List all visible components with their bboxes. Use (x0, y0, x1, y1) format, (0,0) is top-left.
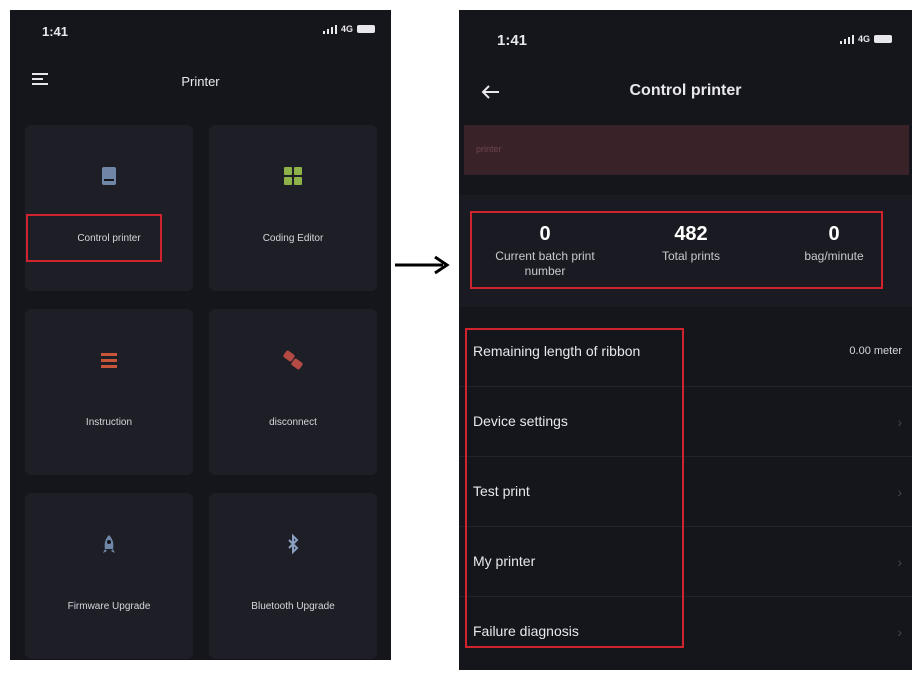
chevron-right-icon: › (897, 484, 902, 500)
stat-value: 0 (828, 223, 840, 245)
stat-value: 482 (674, 223, 708, 245)
status-icons: 4G (322, 24, 375, 34)
card-label: Instruction (85, 417, 133, 428)
row-my-printer[interactable]: My printer › (459, 526, 912, 597)
banner-text: printer (476, 144, 502, 154)
signal-icon (322, 24, 337, 34)
status-icons: 4G (839, 34, 892, 44)
chevron-right-icon: › (897, 624, 902, 640)
row-label: Device settings (473, 413, 568, 429)
status-time: 1:41 (42, 24, 69, 39)
battery-icon (874, 35, 892, 43)
rocket-icon (103, 535, 115, 553)
row-device-settings[interactable]: Device settings › (459, 386, 912, 457)
network-type: 4G (857, 34, 870, 44)
nav-bar: Printer (10, 60, 391, 104)
row-ribbon-length: Remaining length of ribbon 0.00 meter (459, 316, 912, 387)
page-title: Control printer (629, 82, 742, 99)
card-label: Firmware Upgrade (67, 601, 151, 612)
grid-icon (284, 167, 302, 185)
battery-icon (357, 25, 375, 33)
status-time: 1:41 (497, 32, 528, 49)
card-label: Control printer (77, 233, 141, 244)
row-failure-diagnosis[interactable]: Failure diagnosis › (459, 596, 912, 666)
row-label: Failure diagnosis (473, 623, 579, 639)
stat-label: Current batch print number (495, 249, 595, 278)
arrow-right-icon (395, 255, 450, 275)
card-disconnect[interactable]: disconnect (209, 309, 377, 475)
card-coding-editor[interactable]: Coding Editor (209, 125, 377, 291)
printer-icon (102, 167, 116, 185)
bluetooth-icon (288, 533, 299, 555)
card-label: Bluetooth Upgrade (251, 601, 335, 612)
card-instruction[interactable]: Instruction (25, 309, 193, 475)
status-bar: 1:41 4G (459, 10, 912, 50)
chevron-right-icon: › (897, 414, 902, 430)
signal-icon (839, 34, 854, 44)
stat-total-prints: 482 Total prints (631, 223, 751, 264)
stat-value: 0 (539, 223, 551, 245)
chevron-right-icon: › (897, 554, 902, 570)
card-bluetooth-upgrade[interactable]: Bluetooth Upgrade (209, 493, 377, 659)
row-label: Test print (473, 483, 530, 499)
control-printer-screen: 1:41 4G Control printer printer 0 Curren… (459, 10, 912, 670)
printer-banner: printer (464, 125, 909, 175)
printer-home-screen: 1:41 4G Printer Control printer Coding E… (10, 10, 391, 660)
stat-label: Total prints (661, 249, 721, 263)
list-icon (101, 353, 117, 368)
nav-bar: Control printer (459, 72, 912, 116)
row-test-print[interactable]: Test print › (459, 456, 912, 527)
network-type: 4G (340, 24, 353, 34)
disconnect-icon (283, 350, 303, 370)
card-control-printer[interactable]: Control printer (25, 125, 193, 291)
status-bar: 1:41 4G (10, 10, 391, 50)
card-firmware-upgrade[interactable]: Firmware Upgrade (25, 493, 193, 659)
row-label: My printer (473, 553, 536, 569)
row-value: 0.00 meter (849, 345, 902, 357)
row-label: Remaining length of ribbon (473, 343, 641, 359)
page-title: Printer (181, 74, 220, 89)
stat-bag-per-minute: 0 bag/minute (779, 223, 889, 264)
stats-panel: 0 Current batch print number 482 Total p… (459, 195, 912, 307)
stat-label: bag/minute (804, 249, 864, 263)
stat-batch-count: 0 Current batch print number (475, 223, 615, 279)
card-label: disconnect (269, 417, 317, 428)
card-label: Coding Editor (262, 233, 324, 244)
